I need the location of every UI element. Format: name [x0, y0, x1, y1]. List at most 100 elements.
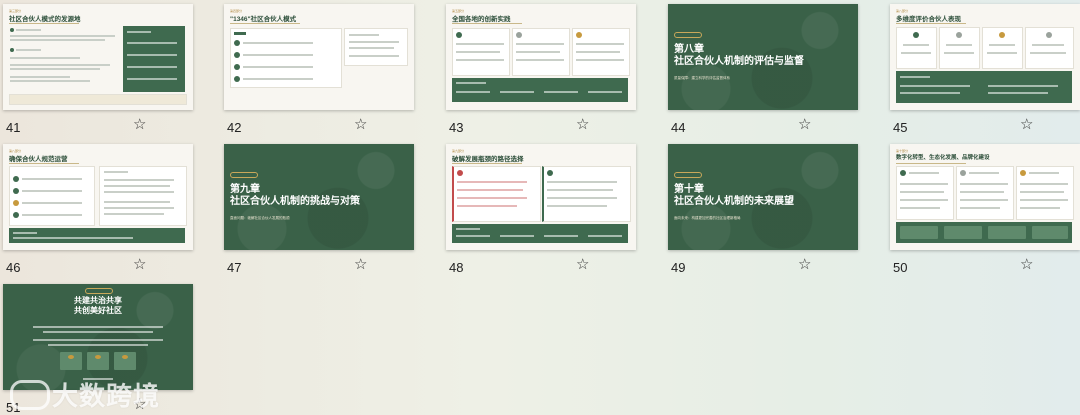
metric-icon [956, 32, 962, 38]
bullet-icon [234, 76, 240, 82]
chapter-subtitle: 质量保障：建立科学的评估监督体系 [674, 76, 730, 80]
slide-number: 47 [227, 260, 242, 275]
chapter-title: 社区合伙人机制的挑战与对策 [230, 196, 360, 207]
text-line [960, 191, 1004, 193]
star-icon[interactable]: ☆ [133, 257, 146, 272]
text-line [48, 344, 148, 346]
slide-thumbnail[interactable]: 共建共治共享 共创美好社区 [3, 284, 193, 390]
text-line [13, 232, 37, 234]
bullet-icon [13, 176, 19, 182]
case-icon [516, 32, 522, 38]
star-icon[interactable]: ☆ [1020, 117, 1033, 132]
text-line [127, 54, 177, 56]
content-panel [9, 166, 95, 226]
text-line [104, 185, 170, 187]
info-panel [123, 26, 185, 92]
value-card [60, 352, 82, 370]
slide-thumbnail[interactable]: 第十章 社区合伙人机制的未来展望 面向未来：构建更加完善的社区治理新格局 [668, 144, 858, 250]
summary-panel [452, 78, 628, 102]
slide-thumbnail[interactable]: 第四部分 "1346"社区合伙人模式 [224, 4, 414, 110]
slide-thumbnail[interactable]: 第八部分 确保合伙人规范运营 [3, 144, 193, 250]
bullet-icon [13, 200, 19, 206]
slide-number: 46 [6, 260, 21, 275]
text-line [456, 91, 490, 93]
divider [9, 23, 79, 24]
text-line [104, 207, 174, 209]
text-line [900, 207, 940, 209]
text-line [10, 80, 90, 82]
star-icon[interactable]: ☆ [576, 257, 589, 272]
slide-number: 50 [893, 260, 908, 275]
star-icon[interactable]: ☆ [133, 117, 146, 132]
slide-title: 确保合伙人规范运营 [9, 156, 68, 163]
text-line [10, 76, 70, 78]
text-line [989, 44, 1015, 46]
slide-number: 41 [6, 120, 21, 135]
strategy-card [956, 166, 1014, 220]
text-line [547, 181, 617, 183]
text-line [960, 207, 1000, 209]
value-card [87, 352, 109, 370]
value-icon [122, 355, 128, 359]
slide-thumbnail[interactable]: 第五部分 全国各地的创新实践 [446, 4, 636, 110]
slide-thumbnail[interactable]: 第九部分 破解发展瓶颈的路径选择 [446, 144, 636, 250]
text-line [1020, 183, 1068, 185]
text-line [900, 76, 930, 78]
chapter-number: 第九章 [230, 184, 260, 195]
summary-panel [896, 222, 1072, 243]
divider [452, 23, 522, 24]
side-panel [99, 166, 187, 226]
chapter-pill [230, 172, 258, 178]
text-line [1020, 207, 1060, 209]
text-line [127, 42, 177, 44]
text-line [10, 64, 110, 66]
star-icon[interactable]: ☆ [1020, 257, 1033, 272]
text-line [900, 183, 948, 185]
metric-icon [1046, 32, 1052, 38]
star-icon[interactable]: ☆ [798, 257, 811, 272]
text-line [1030, 52, 1066, 54]
star-icon[interactable]: ☆ [576, 117, 589, 132]
text-line [547, 197, 617, 199]
text-line [104, 213, 164, 215]
text-line [243, 66, 313, 68]
summary-panel [452, 224, 628, 243]
check-icon [547, 170, 553, 176]
star-icon[interactable]: ☆ [798, 117, 811, 132]
star-icon[interactable]: ☆ [354, 257, 367, 272]
text-line [349, 47, 394, 49]
text-line [33, 326, 163, 328]
metric-card [896, 27, 937, 69]
closing-pill [85, 288, 113, 294]
text-line [1020, 191, 1064, 193]
slide-thumbnail[interactable]: 第八部分 多维度评价合伙人表现 [890, 4, 1080, 110]
text-line [10, 68, 100, 70]
text-line [127, 78, 177, 80]
text-line [127, 66, 177, 68]
metric-card [1025, 27, 1074, 69]
metric-card [982, 27, 1023, 69]
text-line [104, 171, 128, 173]
case-card [512, 28, 570, 76]
label-bar [234, 32, 246, 35]
closing-title-line2: 共创美好社区 [74, 306, 122, 315]
bullet-icon [234, 64, 240, 70]
text-line [456, 228, 480, 230]
slide-thumbnail[interactable]: 第九章 社区合伙人机制的挑战与对策 直面问题：破解社区合伙人发展的瓶颈 [224, 144, 414, 250]
slide-thumbnail[interactable]: 第十部分 数字化转型、生态化发展、品牌化建设 [890, 144, 1080, 250]
text-line [456, 51, 500, 53]
text-line [456, 82, 486, 84]
text-line [516, 43, 564, 45]
chapter-number: 第八章 [674, 44, 704, 55]
strategy-card [896, 166, 954, 220]
text-line [576, 59, 624, 61]
text-line [903, 44, 929, 46]
slide-thumbnail[interactable]: 第八章 社区合伙人机制的评估与监督 质量保障：建立科学的评估监督体系 [668, 4, 858, 110]
text-line [547, 189, 613, 191]
text-line [944, 52, 974, 54]
value-icon [95, 355, 101, 359]
star-icon[interactable]: ☆ [354, 117, 367, 132]
slide-number: 49 [671, 260, 686, 275]
slide-thumbnail[interactable]: 第三部分 社区合伙人模式的发源地 [3, 4, 193, 110]
text-line [576, 51, 620, 53]
